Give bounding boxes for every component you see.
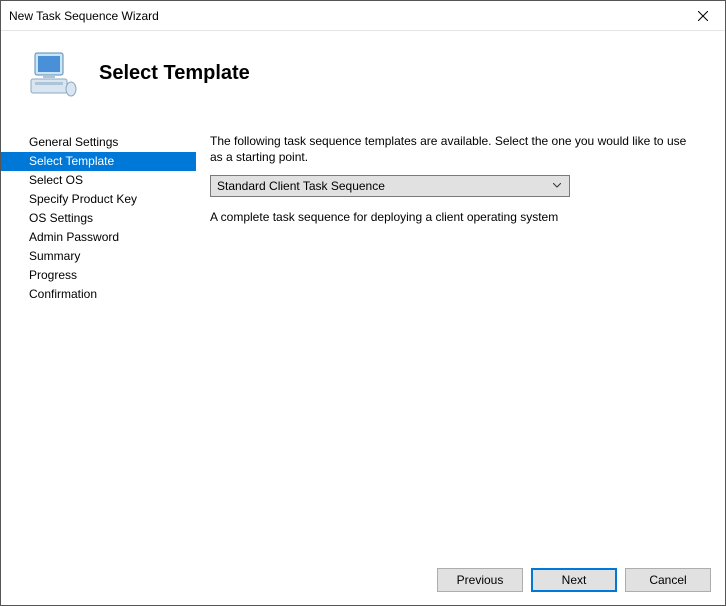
intro-text: The following task sequence templates ar… — [210, 133, 701, 165]
next-button[interactable]: Next — [531, 568, 617, 592]
sidebar-item-os-settings[interactable]: OS Settings — [1, 209, 196, 228]
titlebar: New Task Sequence Wizard — [1, 1, 725, 31]
wizard-steps-sidebar: General Settings Select Template Select … — [1, 121, 196, 555]
wizard-body: General Settings Select Template Select … — [1, 121, 725, 555]
template-description: A complete task sequence for deploying a… — [210, 209, 701, 225]
close-button[interactable] — [680, 1, 725, 30]
template-dropdown[interactable]: Standard Client Task Sequence — [210, 175, 570, 197]
chevron-down-icon — [549, 183, 565, 189]
close-icon — [698, 11, 708, 21]
sidebar-item-admin-password[interactable]: Admin Password — [1, 228, 196, 247]
computer-icon — [29, 49, 77, 97]
sidebar-item-specify-product-key[interactable]: Specify Product Key — [1, 190, 196, 209]
sidebar-item-select-os[interactable]: Select OS — [1, 171, 196, 190]
sidebar-item-confirmation[interactable]: Confirmation — [1, 285, 196, 304]
wizard-header: Select Template — [1, 31, 725, 115]
wizard-main-panel: The following task sequence templates ar… — [196, 121, 725, 555]
cancel-button[interactable]: Cancel — [625, 568, 711, 592]
sidebar-item-select-template[interactable]: Select Template — [1, 152, 196, 171]
sidebar-item-progress[interactable]: Progress — [1, 266, 196, 285]
window-title: New Task Sequence Wizard — [9, 9, 680, 23]
sidebar-item-summary[interactable]: Summary — [1, 247, 196, 266]
sidebar-item-general-settings[interactable]: General Settings — [1, 133, 196, 152]
template-dropdown-value: Standard Client Task Sequence — [217, 179, 549, 193]
previous-button[interactable]: Previous — [437, 568, 523, 592]
wizard-footer: Previous Next Cancel — [1, 555, 725, 605]
page-title: Select Template — [99, 62, 250, 85]
